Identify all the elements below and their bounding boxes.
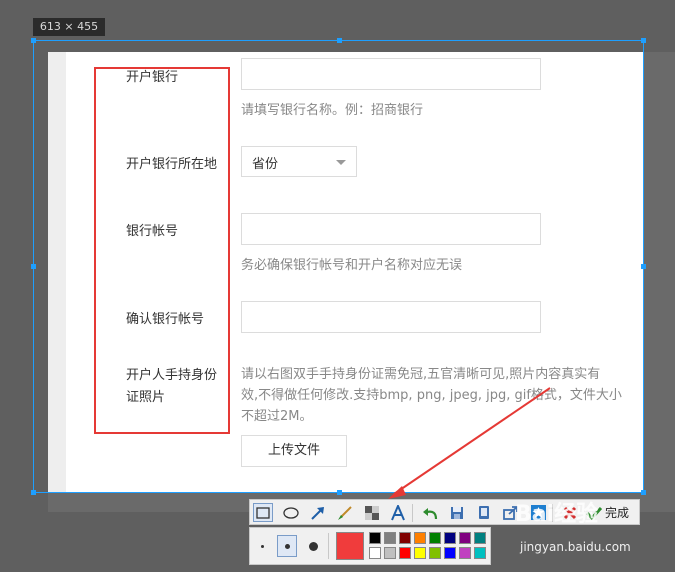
resize-handle-se[interactable] [641,490,646,495]
mosaic-tool-button[interactable] [362,503,382,522]
brush-size-large[interactable] [309,542,318,551]
color-swatch[interactable] [369,532,381,544]
done-label: 完成 [605,506,630,520]
red-arrow-annotation [388,387,551,499]
brush-tool-button[interactable] [335,503,355,522]
color-swatch[interactable] [369,547,381,559]
color-swatch[interactable] [444,532,456,544]
rectangle-tool-button[interactable] [253,503,273,522]
color-swatch[interactable] [414,547,426,559]
brush-icon [338,505,352,520]
color-swatch[interactable] [429,532,441,544]
color-swatch[interactable] [384,532,396,544]
save-icon [451,506,463,519]
toolbar-divider [412,504,413,522]
color-swatch[interactable] [399,547,411,559]
rectangle-icon [256,506,270,519]
current-color-swatch[interactable] [336,532,364,560]
color-swatch[interactable] [444,547,456,559]
resize-handle-nw[interactable] [31,38,36,43]
ellipse-icon [283,506,299,519]
copy-button[interactable] [474,503,494,522]
watermark-brand: Bai经验 [515,502,599,527]
color-swatch[interactable] [414,532,426,544]
color-swatch[interactable] [459,532,471,544]
color-swatch[interactable] [474,547,486,559]
brush-size-small[interactable] [261,545,264,548]
resize-handle-n[interactable] [337,38,342,43]
resize-handle-w[interactable] [31,264,36,269]
arrow-icon [311,506,324,520]
ellipse-tool-button[interactable] [281,503,301,522]
resize-handle-sw[interactable] [31,490,36,495]
palette-divider [328,533,329,559]
undo-button[interactable] [420,503,440,522]
watermark-url: jingyan.baidu.com [520,540,631,554]
resize-handle-s[interactable] [337,490,342,495]
resize-handle-ne[interactable] [641,38,646,43]
color-swatch[interactable] [429,547,441,559]
copy-icon [479,506,489,519]
red-highlight-rectangle [94,67,230,434]
brush-size-medium[interactable] [277,535,297,557]
color-swatch[interactable] [474,532,486,544]
resize-handle-e[interactable] [641,264,646,269]
text-icon [391,504,405,520]
color-swatch[interactable] [384,547,396,559]
color-swatch[interactable] [399,532,411,544]
mosaic-icon [365,505,379,520]
save-button[interactable] [447,503,467,522]
arrow-tool-button[interactable] [308,503,328,522]
undo-icon [423,507,438,519]
color-size-palette [249,527,491,565]
selection-size-badge: 613 × 455 [33,18,105,36]
text-tool-button[interactable] [388,503,408,522]
color-swatch[interactable] [459,547,471,559]
